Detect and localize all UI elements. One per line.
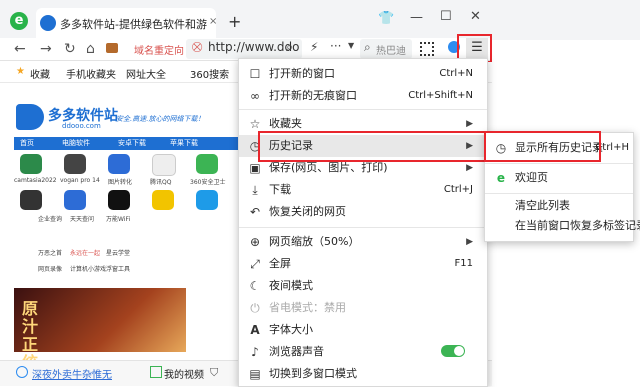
- menu-divider: [239, 227, 487, 228]
- flash-icon[interactable]: ⚡: [310, 40, 318, 54]
- site-logo-icon[interactable]: [16, 104, 44, 130]
- video-icon: [150, 366, 162, 378]
- menu-item-new-incognito[interactable]: ∞ 打开新的无痕窗口 Ctrl+Shift+N: [239, 85, 487, 107]
- apps-grid-icon[interactable]: [420, 42, 434, 56]
- new-window-icon: ☐: [249, 67, 261, 81]
- site-logo-sub: ddooo.com: [62, 122, 101, 130]
- skin-icon[interactable]: 👕: [378, 11, 394, 26]
- submenu-item-welcome[interactable]: e 欢迎页: [485, 167, 633, 189]
- menu-item-new-window[interactable]: ☐ 打开新的窗口 Ctrl+N: [239, 63, 487, 85]
- status-news-link[interactable]: 深夜外卖牛杂惟无: [32, 366, 112, 381]
- app-icon[interactable]: [64, 154, 86, 174]
- app-icon[interactable]: [108, 154, 130, 174]
- redirect-label[interactable]: 域名重定向: [134, 42, 184, 57]
- app-icon[interactable]: [152, 154, 176, 176]
- submenu-item-clear[interactable]: 清空此列表: [485, 195, 633, 217]
- welcome-icon: e: [496, 171, 506, 185]
- multiwindow-icon: ▤: [249, 367, 261, 381]
- search-input[interactable]: 热巴迪: [376, 42, 406, 57]
- fullscreen-icon: ⤢: [250, 257, 260, 271]
- night-icon: ☾: [249, 279, 261, 293]
- site-row-item[interactable]: 企业查询: [38, 214, 62, 223]
- site-favicon-icon: [40, 15, 56, 31]
- menu-item-download[interactable]: ⤓ 下载 Ctrl+J: [239, 179, 487, 201]
- maximize-icon[interactable]: ☐: [440, 9, 452, 24]
- history-highlight: [258, 131, 488, 162]
- menu-item-multiwindow[interactable]: ▤ 切换到多窗口模式: [239, 363, 487, 385]
- tab-title: 多多软件站-提供绿色软件和游: [60, 18, 207, 31]
- bookmark-item[interactable]: 手机收藏夹: [66, 66, 116, 81]
- app-icon[interactable]: [20, 190, 42, 210]
- minimize-icon[interactable]: —: [410, 10, 423, 25]
- reload-icon[interactable]: ↻: [64, 41, 76, 57]
- download-icon: ⤓: [252, 183, 258, 197]
- submenu-divider: [485, 193, 633, 194]
- app-icon[interactable]: [64, 190, 86, 210]
- site-row-item[interactable]: 万能WiFi: [106, 214, 130, 223]
- app-icon[interactable]: [196, 154, 218, 174]
- search-icon: ⌕: [364, 40, 371, 54]
- site-row-item[interactable]: 星云学堂: [106, 248, 130, 257]
- submenu-divider: [485, 163, 633, 164]
- briefcase-icon[interactable]: [106, 43, 118, 53]
- url-warning-icon: ⛒: [192, 42, 203, 53]
- app-name: 360安全卫士: [190, 179, 226, 186]
- site-row-item[interactable]: 浮窗工具: [106, 264, 130, 273]
- toggle-knob: [454, 346, 464, 356]
- back-icon[interactable]: ←: [14, 41, 26, 57]
- more-icon[interactable]: ···: [330, 39, 341, 53]
- site-row-item[interactable]: 网页录像: [38, 264, 62, 273]
- app-icon[interactable]: [108, 190, 130, 210]
- tab-close-icon[interactable]: ×: [209, 16, 217, 27]
- close-window-icon[interactable]: ✕: [470, 9, 481, 24]
- bookmark-star-icon: ★: [16, 66, 25, 77]
- menu-item-power: ⏻ 省电模式：禁用: [239, 297, 487, 319]
- site-nav-item[interactable]: 首页: [20, 138, 34, 148]
- bookmark-item[interactable]: 收藏: [30, 66, 50, 81]
- all-history-highlight: [484, 131, 601, 162]
- active-tab[interactable]: 多多软件站-提供绿色软件和游: [36, 8, 216, 38]
- power-icon: ⏻: [250, 301, 260, 315]
- zoom-search-icon[interactable]: ⌕: [286, 40, 293, 55]
- menu-item-restore[interactable]: ↶ 恢复关闭的网页: [239, 201, 487, 223]
- home-icon[interactable]: ⌂: [86, 41, 95, 57]
- site-slogan: 安全.高速.放心的网络下载！: [116, 115, 205, 123]
- new-tab-button[interactable]: +: [228, 12, 241, 31]
- forward-icon[interactable]: →: [40, 41, 52, 57]
- bookmark-item[interactable]: 网址大全: [126, 66, 166, 81]
- app-name: vogan pro 14: [60, 177, 100, 184]
- incognito-icon: ∞: [250, 89, 260, 103]
- shield-icon[interactable]: ⛉: [210, 366, 218, 380]
- bookmark-item[interactable]: 360搜索: [190, 66, 229, 81]
- site-nav-item[interactable]: 安卓下载: [118, 138, 146, 148]
- menu-divider: [239, 109, 487, 110]
- site-row-item[interactable]: 计算机小游戏: [70, 264, 106, 273]
- site-nav-item[interactable]: 苹果下载: [170, 138, 198, 148]
- app-name: 腾讯QQ: [150, 179, 172, 186]
- sound-icon: ♪: [251, 345, 259, 359]
- submenu-item-restore-tabs[interactable]: 在当前窗口恢复多标签记录: [485, 215, 640, 237]
- menu-item-font-size[interactable]: A 字体大小: [239, 319, 487, 341]
- dropdown-chevron-icon[interactable]: ▼: [348, 41, 354, 50]
- menu-item-night[interactable]: ☾ 夜间模式: [239, 275, 487, 297]
- site-row-item[interactable]: 万恶之首: [38, 248, 62, 257]
- menu-item-zoom[interactable]: ⊕ 网页缩放（50%） ▶: [239, 231, 487, 253]
- app-icon[interactable]: [20, 154, 42, 174]
- font-icon: A: [250, 323, 260, 337]
- site-row-item[interactable]: 天天查问: [70, 214, 94, 223]
- zoom-icon: ⊕: [249, 235, 261, 249]
- site-row-item[interactable]: 永远在一起: [70, 248, 100, 257]
- app-icon[interactable]: [152, 190, 174, 210]
- app-name: camtasia2022: [14, 177, 57, 184]
- news-icon: [16, 366, 28, 378]
- restore-icon: ↶: [249, 205, 261, 219]
- app-icon[interactable]: [196, 190, 218, 210]
- sound-toggle[interactable]: [441, 345, 465, 357]
- main-menu: ☐ 打开新的窗口 Ctrl+N ∞ 打开新的无痕窗口 Ctrl+Shift+N …: [238, 58, 488, 387]
- status-video-link[interactable]: 我的视频: [164, 366, 204, 381]
- browser-logo-icon[interactable]: e: [10, 12, 28, 30]
- site-nav-item[interactable]: 电脑软件: [62, 138, 90, 148]
- menu-item-fullscreen[interactable]: ⤢ 全屏 F11: [239, 253, 487, 275]
- app-name: 图片转化: [108, 179, 133, 186]
